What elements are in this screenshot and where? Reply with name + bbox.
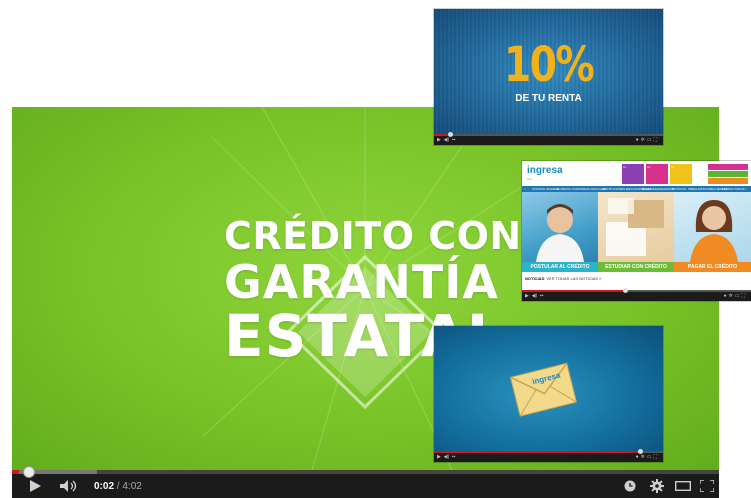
thumbnail-3-left-controls: ▶ ◀) ▪▪ [437,454,456,460]
notices-row: NOTICIAS: VER TODAS LAS NOTICIAS » [525,276,602,281]
renta-text: DE TU RENTA [515,93,582,104]
fullscreen-icon[interactable] [698,476,716,496]
thumbnail-1-control-bar: ▶ ◀) ▪▪ ●✲▭⛶ [434,132,663,145]
search-icon: ○ [745,187,747,191]
header-button-orange [708,178,748,184]
nav-item: COMUNIDAD ESCOLAR [572,187,606,191]
thumbnail-3-progress [434,449,663,454]
thumbnail-1-right-controls: ●✲▭⛶ [635,137,659,143]
cta-estudiar-button: ESTUDIAR CON CRÉDITO [598,262,674,272]
hero-panel-books: ESTUDIAR CON CRÉDITO [598,192,674,272]
progress-bar[interactable] [12,466,719,478]
hero-panel-woman: PAGAR EL CRÉDITO [674,192,751,272]
total-time: 4:02 [122,481,142,492]
cta-postular-button: POSTULAR AL CRÉDITO [522,262,598,272]
thumbnail-2-control-bar: ▶ ◀) ▪▪ ●✲▭⛶ [522,288,751,301]
thumbnail-1-left-controls: ▶ ◀) ▪▪ [437,137,456,143]
headline-line-2: GARANTÍA [224,255,499,309]
thumbnail-3-right-controls: ●✲▭⛶ [635,454,659,460]
header-tile-purple: ▪▪▪ [622,164,644,184]
header-button-pink [708,164,748,170]
nav-item: CONTACTANOS [722,187,745,191]
thumbnail-2-right-controls: ●✲▭⛶ [723,293,747,299]
nav-item: NOTICIAS [672,187,687,191]
percent-text: 10% [503,37,595,93]
thumbnail-2-left-controls: ▶ ◀) ▪▪ [525,293,544,299]
headline-line-1: CRÉDITO CON [224,214,522,258]
ingresa-logo: ingresa [527,165,563,176]
thumbnail-2-progress-played [522,290,626,292]
thumbnail-3-frame: ingresa [434,326,663,451]
student-photo [536,204,584,262]
volume-icon[interactable] [58,476,80,496]
player-control-bar: 0:02 / 4:02 [12,466,719,498]
thumbnail-1-progress [434,132,663,137]
envelope-illustration [509,362,578,417]
settings-gear-icon[interactable] [648,476,666,496]
notices-label: NOTICIAS [525,276,545,281]
logo-subtitle: ▪▪▪▪▪ [527,177,533,181]
notices-link: VER TODAS LAS NOTICIAS » [546,276,602,281]
theater-mode-icon[interactable] [674,476,692,496]
watch-later-icon[interactable] [622,476,638,496]
woman-photo [690,200,738,262]
thumbnail-player-3[interactable]: ingresa ▶ ◀) ▪▪ ●✲▭⛶ [434,326,663,462]
website-screenshot: ingresa ▪▪▪▪▪ ▪▪▪ ▪▪▪ ▪▪▪ ⌂ CONOCE INGRE… [522,161,751,290]
books-photo [606,198,664,256]
time-display: 0:02 / 4:02 [94,481,142,492]
nav-item: ALUMNOS [556,187,571,191]
header-tile-yellow: ▪▪▪ [670,164,692,184]
hero-panel-student: POSTULAR AL CRÉDITO [522,192,598,272]
header-button-green [708,171,748,177]
progress-played [12,470,20,474]
home-icon: ⌂ [524,187,526,191]
header-tile-pink: ▪▪▪ [646,164,668,184]
thumbnail-3-progress-played [434,451,641,453]
thumbnail-player-1[interactable]: 10% DE TU RENTA ▶ ◀) ▪▪ ●✲▭⛶ [434,9,663,145]
thumbnail-player-2[interactable]: ingresa ▪▪▪▪▪ ▪▪▪ ▪▪▪ ▪▪▪ ⌂ CONOCE INGRE… [522,161,751,301]
thumbnail-3-control-bar: ▶ ◀) ▪▪ ●✲▭⛶ [434,449,663,462]
current-time: 0:02 [94,481,115,492]
site-hero: POSTULAR AL CRÉDITO ESTUDIAR CON CRÉDITO… [522,192,751,272]
cta-pagar-button: PAGAR EL CRÉDITO [674,262,751,272]
nav-item: BANCOS [642,187,655,191]
thumbnail-2-scrubber [623,288,629,293]
thumbnail-2-progress [522,288,751,293]
play-icon[interactable] [26,476,44,496]
